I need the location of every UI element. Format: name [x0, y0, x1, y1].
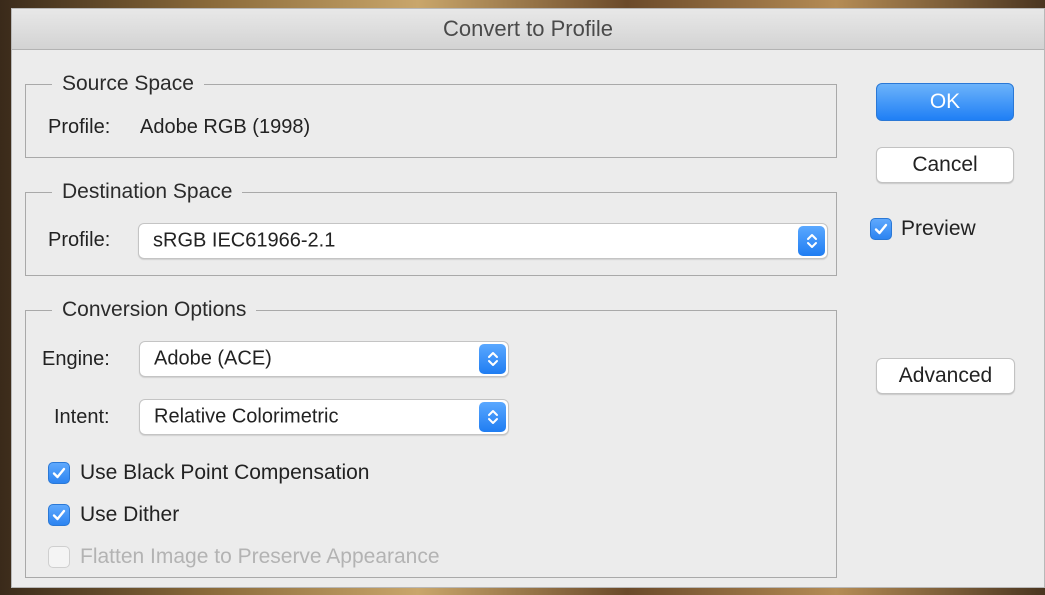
preview-checkbox[interactable] [870, 218, 892, 240]
checkmark-icon [52, 467, 66, 479]
source-profile-label: Profile: [48, 116, 111, 138]
destination-space-group: Destination Space Profile: sRGB IEC61966… [25, 178, 837, 276]
cancel-button[interactable]: Cancel [876, 147, 1014, 183]
select-stepper-icon [798, 226, 825, 256]
conversion-options-legend: Conversion Options [52, 296, 257, 324]
flatten-label: Flatten Image to Preserve Appearance [80, 545, 440, 568]
preview-label[interactable]: Preview [901, 215, 976, 243]
checkmark-icon [52, 509, 66, 521]
checkmark-icon [874, 223, 888, 235]
destination-profile-value: sRGB IEC61966-2.1 [153, 229, 336, 252]
destination-profile-label: Profile: [48, 229, 111, 251]
engine-label: Engine: [42, 348, 110, 370]
advanced-button[interactable]: Advanced [876, 358, 1015, 394]
intent-select[interactable]: Relative Colorimetric [139, 399, 509, 435]
engine-select[interactable]: Adobe (ACE) [139, 341, 509, 377]
select-stepper-icon [479, 402, 506, 432]
dither-label[interactable]: Use Dither [80, 501, 179, 529]
dialog-title: Convert to Profile [12, 9, 1044, 50]
black-point-checkbox[interactable] [48, 462, 70, 484]
black-point-label[interactable]: Use Black Point Compensation [80, 459, 369, 487]
dither-checkbox[interactable] [48, 504, 70, 526]
intent-value: Relative Colorimetric [154, 405, 339, 428]
conversion-options-group: Conversion Options Engine: Adobe (ACE) I… [25, 296, 837, 578]
intent-label: Intent: [54, 406, 110, 428]
convert-to-profile-dialog: Convert to Profile Source Space Profile:… [11, 8, 1045, 588]
engine-value: Adobe (ACE) [154, 347, 272, 370]
select-stepper-icon [479, 344, 506, 374]
destination-space-legend: Destination Space [52, 178, 243, 206]
ok-button[interactable]: OK [876, 83, 1014, 121]
source-space-group: Source Space Profile: Adobe RGB (1998) [25, 70, 837, 158]
flatten-checkbox [48, 546, 70, 568]
source-profile-value: Adobe RGB (1998) [140, 116, 311, 138]
destination-profile-select[interactable]: sRGB IEC61966-2.1 [138, 223, 828, 259]
source-space-legend: Source Space [52, 70, 204, 98]
